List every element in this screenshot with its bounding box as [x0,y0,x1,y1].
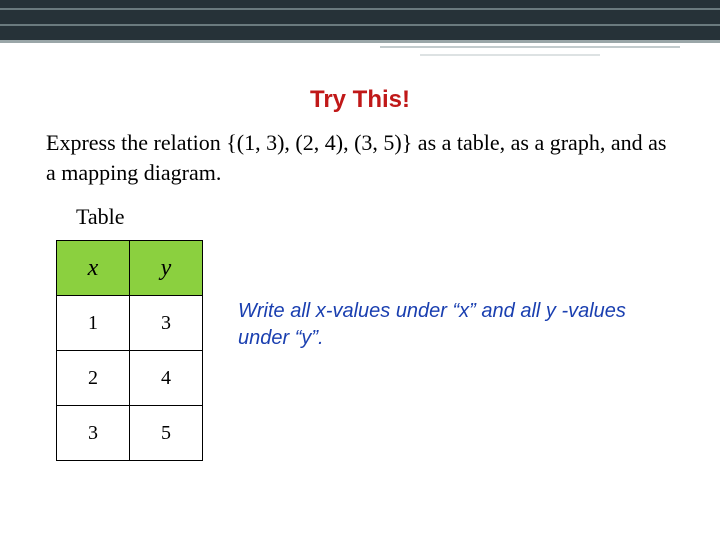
slide-top-bar [0,0,720,40]
cell-y: 4 [130,351,203,406]
slide: Try This! Express the relation {(1, 3), … [0,0,720,540]
col-header-x: x [57,241,130,296]
cell-y: 5 [130,406,203,461]
hint-text: Write all x-values under “x” and all y -… [238,298,668,352]
table-row: 2 4 [57,351,203,406]
cell-x: 1 [57,296,130,351]
problem-prompt: Express the relation {(1, 3), (2, 4), (3… [46,128,674,187]
table-header-row: x y [57,241,203,296]
table-row: 3 5 [57,406,203,461]
slide-title: Try This! [0,86,720,114]
col-header-y: y [130,241,203,296]
cell-x: 2 [57,351,130,406]
cell-y: 3 [130,296,203,351]
cell-x: 3 [57,406,130,461]
table-row: 1 3 [57,296,203,351]
table-caption: Table [76,204,125,230]
slide-accent-lines [0,40,720,66]
relation-table: x y 1 3 2 4 3 5 [56,240,203,461]
